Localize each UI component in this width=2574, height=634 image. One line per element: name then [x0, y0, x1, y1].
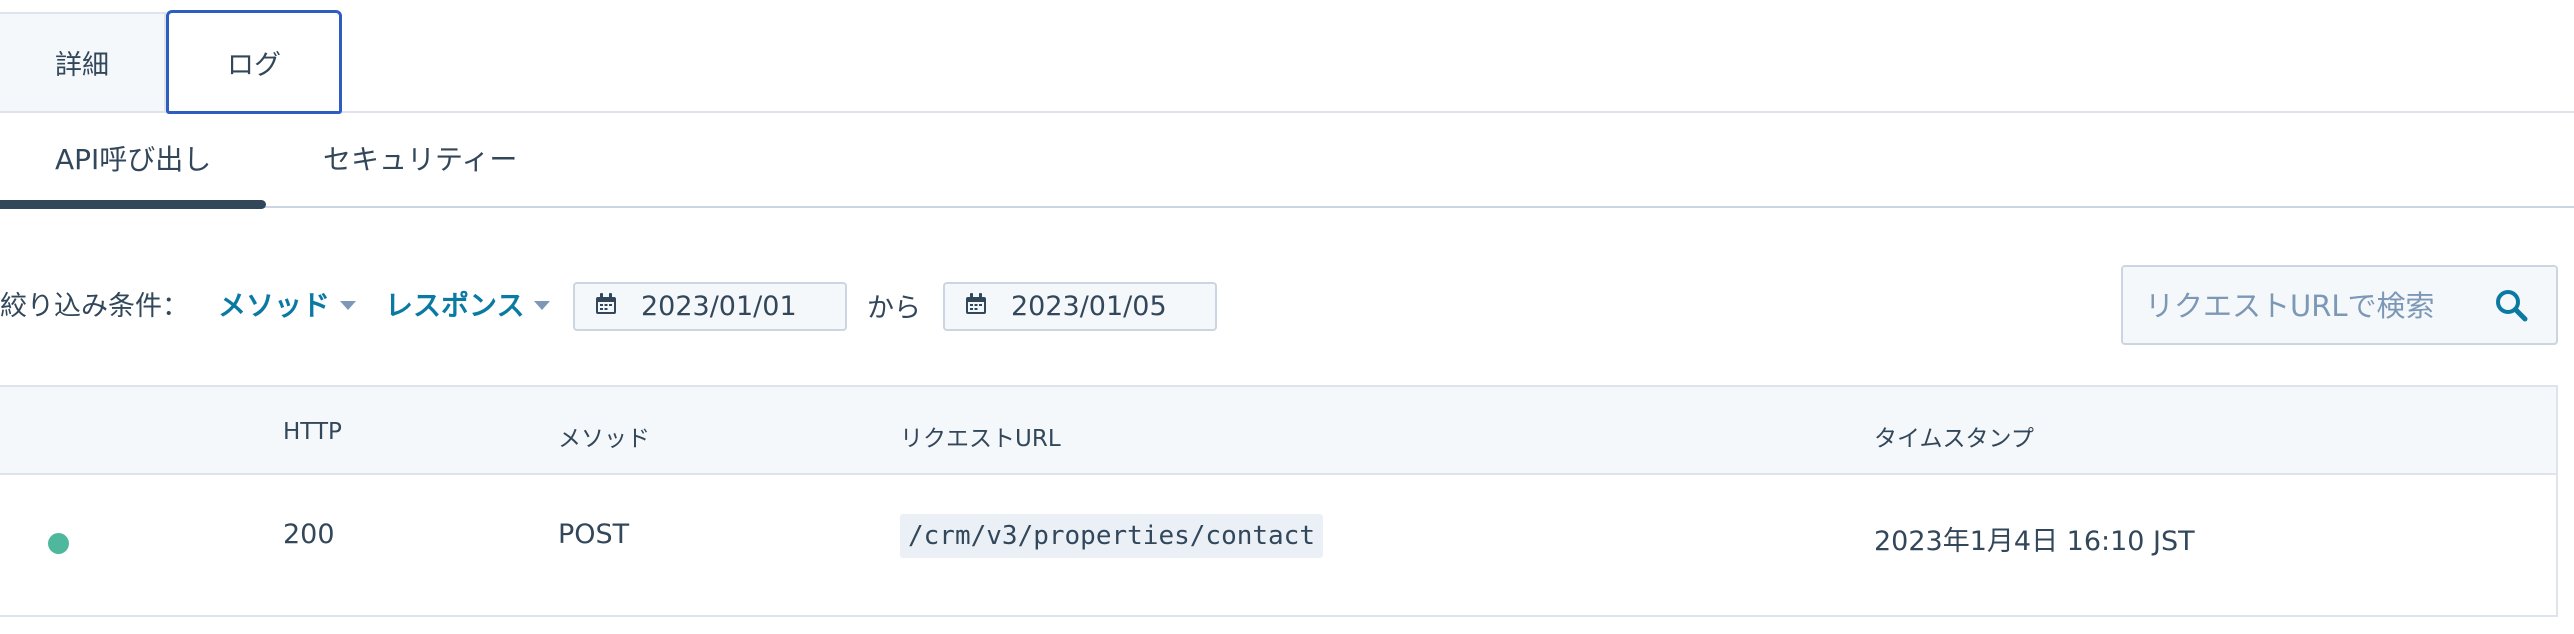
- caret-down-icon: [340, 301, 357, 310]
- response-filter-dropdown[interactable]: レスポンス: [385, 284, 551, 324]
- response-filter-label: レスポンス: [385, 289, 525, 322]
- date-to-value: 2023/01/05: [1011, 291, 1167, 322]
- tab-log[interactable]: ログ: [166, 10, 342, 114]
- cell-request-url: /crm/v3/properties/contact: [900, 514, 1323, 558]
- date-from-value: 2023/01/01: [641, 291, 797, 322]
- api-calls-table: HTTP メソッド リクエストURL タイムスタンプ 200 POST /crm…: [0, 385, 2558, 617]
- cell-method: POST: [558, 519, 630, 550]
- date-range-separator: から: [867, 293, 921, 324]
- tab-api-calls[interactable]: API呼び出し: [55, 111, 211, 204]
- cell-http-status: 200: [283, 519, 335, 550]
- calendar-icon: [965, 291, 987, 322]
- table-header: HTTP メソッド リクエストURL タイムスタンプ: [0, 387, 2556, 475]
- column-header-timestamp[interactable]: タイムスタンプ: [1874, 419, 2034, 453]
- sub-tab-bar: API呼び出し セキュリティー: [0, 111, 2574, 208]
- date-to-input[interactable]: 2023/01/05: [943, 282, 1217, 331]
- top-tab-bar: 詳細 ログ: [0, 0, 2574, 114]
- date-from-input[interactable]: 2023/01/01: [573, 282, 847, 331]
- column-header-method[interactable]: メソッド: [558, 419, 650, 453]
- column-header-http[interactable]: HTTP: [283, 419, 342, 445]
- calendar-icon: [595, 291, 617, 322]
- method-filter-label: メソッド: [218, 289, 331, 322]
- method-filter-dropdown[interactable]: メソッド: [218, 284, 357, 324]
- caret-down-icon: [534, 301, 551, 310]
- tab-details[interactable]: 詳細: [0, 12, 166, 111]
- table-row[interactable]: 200 POST /crm/v3/properties/contact 2023…: [0, 475, 2556, 617]
- column-header-request-url[interactable]: リクエストURL: [900, 419, 1061, 453]
- tab-details-label: 詳細: [55, 50, 109, 81]
- filter-label: 絞り込み条件：: [0, 291, 189, 322]
- search-icon[interactable]: [2495, 289, 2529, 327]
- search-box: [2121, 265, 2558, 345]
- status-dot-icon: [48, 533, 69, 554]
- active-tab-indicator: [0, 200, 266, 209]
- cell-timestamp: 2023年1月4日 16:10 JST: [1874, 526, 2195, 557]
- tab-log-label: ログ: [227, 49, 281, 81]
- tab-api-calls-label: API呼び出し: [55, 142, 212, 176]
- tab-security-label: セキュリティー: [323, 142, 518, 176]
- tab-security[interactable]: セキュリティー: [323, 111, 517, 204]
- search-input[interactable]: [2143, 279, 2487, 333]
